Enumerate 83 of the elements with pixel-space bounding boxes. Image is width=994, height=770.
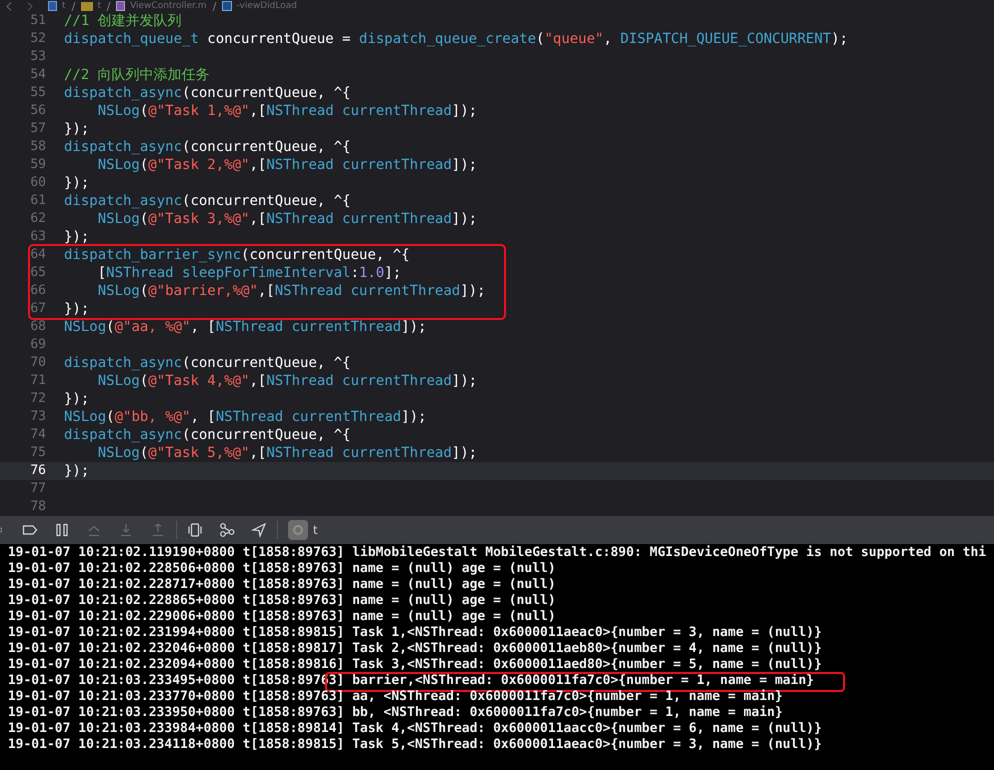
log-line: 19-01-07 10:21:02.232046+0800 t[1858:89817] Task 2,<NSThread: 0x6000011aeb80>{number = 4, name = (null)} <box>8 641 822 657</box>
log-line: 19-01-07 10:21:02.232094+0800 t[1858:89816] Task 3,<NSThread: 0x6000011aed80>{number = 5, name = (null)} <box>8 657 822 673</box>
line-number: 51 <box>29 12 46 30</box>
back-icon[interactable] <box>6 2 12 10</box>
line-number: 62 <box>29 210 46 228</box>
code-line: dispatch_async(concurrentQueue, ^{ <box>64 138 351 156</box>
code-line: dispatch_async(concurrentQueue, ^{ <box>64 84 351 102</box>
forward-icon[interactable] <box>27 2 33 10</box>
breadcrumb-item[interactable]: -viewDidLoad <box>236 0 297 12</box>
code-line: }); <box>64 228 90 246</box>
file-icon <box>116 1 126 11</box>
code-line: NSLog(@"aa, %@", [NSThread currentThread]); <box>64 318 426 336</box>
code-line: NSLog(@"Task 4,%@",[NSThread currentThread]); <box>96 372 478 390</box>
line-number: 56 <box>29 102 46 120</box>
log-line: 19-01-07 10:21:03.233770+0800 t[1858:89763] aa, <NSThread: 0x6000011fa7c0>{number = 1, name = main} <box>8 689 783 705</box>
code-line: dispatch_queue_t concurrentQueue = dispatch_queue_create("queue", DISPATCH_QUEUE_CONCURRENT); <box>64 30 848 48</box>
code-line: NSLog(@"Task 5,%@",[NSThread currentThread]); <box>96 444 478 462</box>
line-number: 78 <box>29 498 46 516</box>
line-number: 59 <box>29 156 46 174</box>
code-line: dispatch_async(concurrentQueue, ^{ <box>64 426 351 444</box>
code-line: //2 向队列中添加任务 <box>64 66 210 84</box>
code-line: NSLog(@"barrier,%@",[NSThread currentThread]); <box>96 282 486 300</box>
code-line: [NSThread sleepForTimeInterval:1.0]; <box>96 264 402 282</box>
code-line: }); <box>64 390 90 408</box>
scheme-target[interactable]: t <box>313 523 318 537</box>
log-line: 19-01-07 10:21:03.233950+0800 t[1858:89763] bb, <NSThread: 0x6000011fa7c0>{number = 1, name = main} <box>8 705 783 721</box>
line-number: 58 <box>29 138 46 156</box>
line-number: 72 <box>29 390 46 408</box>
log-line: 19-01-07 10:21:02.228506+0800 t[1858:89763] name = (null) age = (null) <box>8 561 556 577</box>
code-line: NSLog(@"Task 1,%@",[NSThread currentThread]); <box>96 102 478 120</box>
code-line: }); <box>64 462 90 480</box>
log-line: 19-01-07 10:21:02.119190+0800 t[1858:89763] libMobileGestalt MobileGestalt.c:890: MGIsDeviceOneOfType is not supported on thi <box>8 545 986 561</box>
log-line: 19-01-07 10:21:02.231994+0800 t[1858:89815] Task 1,<NSThread: 0x6000011aeac0>{number = 3, name = (null)} <box>8 625 822 641</box>
code-line: }); <box>64 300 90 318</box>
code-line: //1 创建并发队列 <box>64 12 182 30</box>
line-number: 53 <box>29 48 46 66</box>
line-number: 70 <box>29 354 46 372</box>
code-line: dispatch_async(concurrentQueue, ^{ <box>64 192 351 210</box>
line-number: 75 <box>29 444 46 462</box>
line-number: 69 <box>29 336 46 354</box>
code-line: dispatch_async(concurrentQueue, ^{ <box>64 354 351 372</box>
code-line: NSLog(@"bb, %@", [NSThread currentThread]); <box>64 408 426 426</box>
line-number: 54 <box>29 66 46 84</box>
line-number: 74 <box>29 426 46 444</box>
line-number: 60 <box>29 174 46 192</box>
line-number: 57 <box>29 120 46 138</box>
code-line: }); <box>64 120 90 138</box>
line-number: 64 <box>29 246 46 264</box>
code-line: NSLog(@"Task 3,%@",[NSThread currentThread]); <box>96 210 478 228</box>
code-line: dispatch_barrier_sync(concurrentQueue, ^{ <box>64 246 410 264</box>
document-icon <box>48 1 57 11</box>
location-icon[interactable] <box>251 522 267 538</box>
line-number: 52 <box>29 30 46 48</box>
breadcrumb-item[interactable]: t <box>98 0 102 12</box>
path-separator-icon <box>212 2 216 10</box>
line-number: 71 <box>29 372 46 390</box>
app-icon <box>288 520 308 540</box>
code-line: NSLog(@"Task 2,%@",[NSThread currentThread]); <box>96 156 478 174</box>
log-line: 19-01-07 10:21:03.233984+0800 t[1858:89814] Task 4,<NSThread: 0x6000011aacc0>{number = 6, name = (null)} <box>8 721 822 737</box>
line-number: 65 <box>29 264 46 282</box>
line-number: 67 <box>29 300 46 318</box>
memory-graph-icon[interactable] <box>219 522 235 538</box>
line-number: 61 <box>29 192 46 210</box>
path-separator-icon <box>70 2 76 10</box>
breadcrumb-item[interactable]: ViewController.m <box>130 0 206 12</box>
breadcrumb-item[interactable]: t <box>62 0 66 12</box>
log-line: 19-01-07 10:21:03.234118+0800 t[1858:89815] Task 5,<NSThread: 0x6000011aeac0>{number = 3, name = (null)} <box>8 737 822 753</box>
path-separator-icon <box>106 2 112 10</box>
line-number: 63 <box>29 228 46 246</box>
log-line: 19-01-07 10:21:02.229006+0800 t[1858:89763] name = (null) age = (null) <box>8 609 556 625</box>
line-number: 73 <box>29 408 46 426</box>
view-debugger-icon[interactable] <box>187 522 203 538</box>
line-number: 55 <box>29 84 46 102</box>
line-number: 66 <box>29 282 46 300</box>
folder-icon <box>80 1 93 11</box>
code-line: }); <box>64 174 90 192</box>
line-number: 68 <box>29 318 46 336</box>
log-line: 19-01-07 10:21:02.228865+0800 t[1858:89763] name = (null) age = (null) <box>8 593 556 609</box>
line-number: 77 <box>29 480 46 498</box>
method-icon <box>222 1 232 11</box>
pause-icon[interactable] <box>54 522 70 538</box>
log-line: 19-01-07 10:21:02.228717+0800 t[1858:89763] name = (null) age = (null) <box>8 577 556 593</box>
line-number: 76 <box>29 462 46 480</box>
